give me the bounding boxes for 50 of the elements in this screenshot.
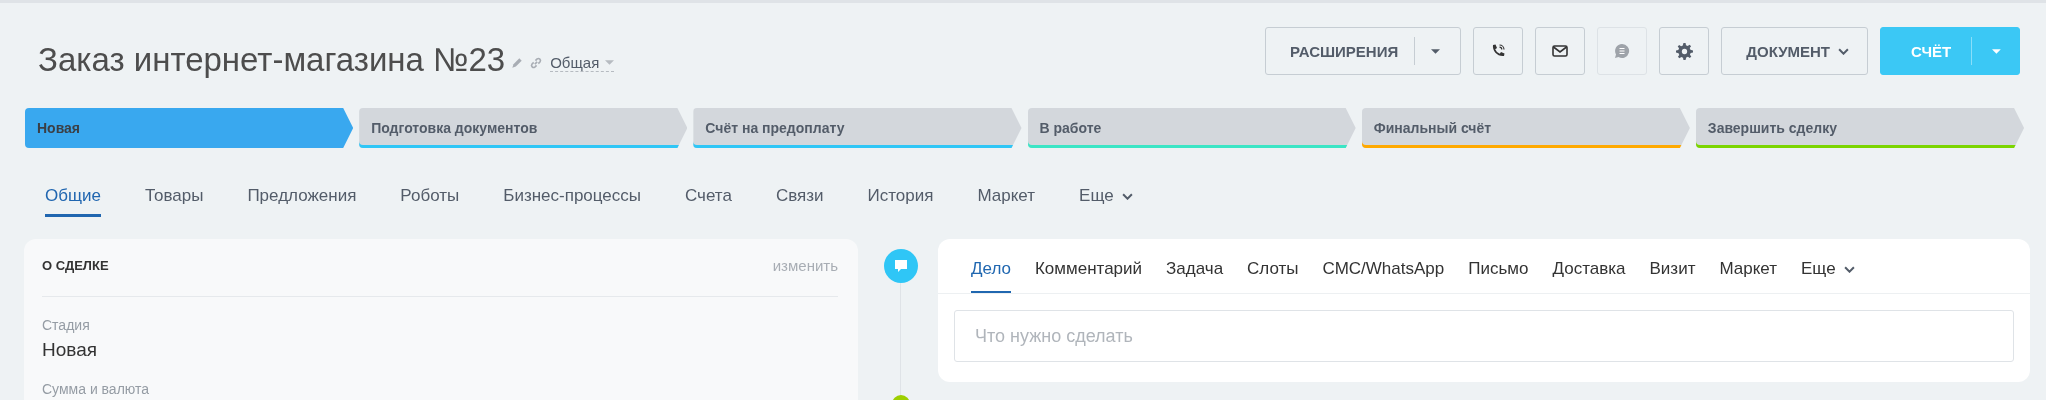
extensions-button[interactable]: РАСШИРЕНИЯ	[1265, 27, 1462, 75]
activity-tab[interactable]: СМС/WhatsApp	[1322, 259, 1445, 293]
task-input[interactable]: Что нужно сделать	[954, 310, 2014, 362]
pipeline-stage[interactable]: Финальный счёт	[1361, 108, 1690, 148]
mail-icon	[1552, 45, 1569, 57]
extensions-label[interactable]: РАСШИРЕНИЯ	[1290, 42, 1399, 60]
activity-tab[interactable]: Комментарий	[1034, 259, 1143, 293]
activity-tab[interactable]: Маркет	[1719, 259, 1777, 293]
tab[interactable]: Маркет	[977, 186, 1036, 217]
pipeline-stage[interactable]: Счёт на предоплату	[693, 108, 1022, 148]
mail-button[interactable]	[1535, 27, 1586, 75]
activity-tab[interactable]: Задача	[1166, 259, 1224, 293]
tab[interactable]: Предложения	[247, 186, 357, 217]
comment-icon	[884, 249, 918, 283]
pipeline-stage[interactable]: Завершить сделку	[1695, 108, 2025, 148]
tab[interactable]: Связи	[775, 186, 824, 217]
field-label: Стадия	[42, 317, 91, 333]
activity-tab[interactable]: Доставка	[1552, 259, 1626, 293]
chevron-down-icon	[1838, 47, 1849, 55]
activity-tab[interactable]: Визит	[1649, 259, 1696, 293]
activity-tab[interactable]: Еще	[1801, 259, 1855, 293]
pipeline-stage[interactable]: В работе	[1027, 108, 1356, 148]
phone-icon	[1490, 43, 1507, 59]
field-value: Новая	[42, 339, 99, 361]
tab[interactable]: Товары	[144, 186, 204, 217]
settings-icon	[1675, 42, 1693, 60]
pencil-icon[interactable]	[510, 56, 525, 70]
gear-button[interactable]	[1659, 27, 1710, 75]
chat-icon	[1614, 43, 1631, 59]
tab[interactable]: История	[867, 186, 934, 217]
activity-tab[interactable]: Дело	[971, 259, 1011, 293]
caret-icon[interactable]	[1431, 48, 1441, 54]
document-button[interactable]: ДОКУМЕНТ	[1721, 27, 1868, 75]
tab[interactable]: Общие	[45, 186, 101, 217]
tab[interactable]: Еще	[1079, 186, 1133, 217]
page-title: Заказ интернет-магазина №23	[38, 41, 506, 79]
tab[interactable]: Счета	[685, 186, 732, 217]
chevron-down-icon	[1843, 265, 1855, 273]
pipeline-stage[interactable]: Новая	[25, 108, 354, 148]
field-label: Сумма и валюта	[42, 381, 151, 397]
activity-tab[interactable]: Письмо	[1468, 259, 1529, 293]
tab[interactable]: Роботы	[400, 186, 460, 217]
tab[interactable]: Бизнес-процессы	[503, 186, 642, 217]
chevron-down-icon	[1121, 192, 1133, 200]
activity-tab[interactable]: Слоты	[1247, 259, 1299, 293]
phone-button[interactable]	[1473, 27, 1524, 75]
link-icon[interactable]	[529, 56, 544, 70]
pipeline-stage[interactable]: Подготовка документов	[359, 108, 688, 148]
card-title: О СДЕЛКЕ	[42, 258, 109, 273]
category-dropdown[interactable]: Общая	[550, 54, 615, 72]
